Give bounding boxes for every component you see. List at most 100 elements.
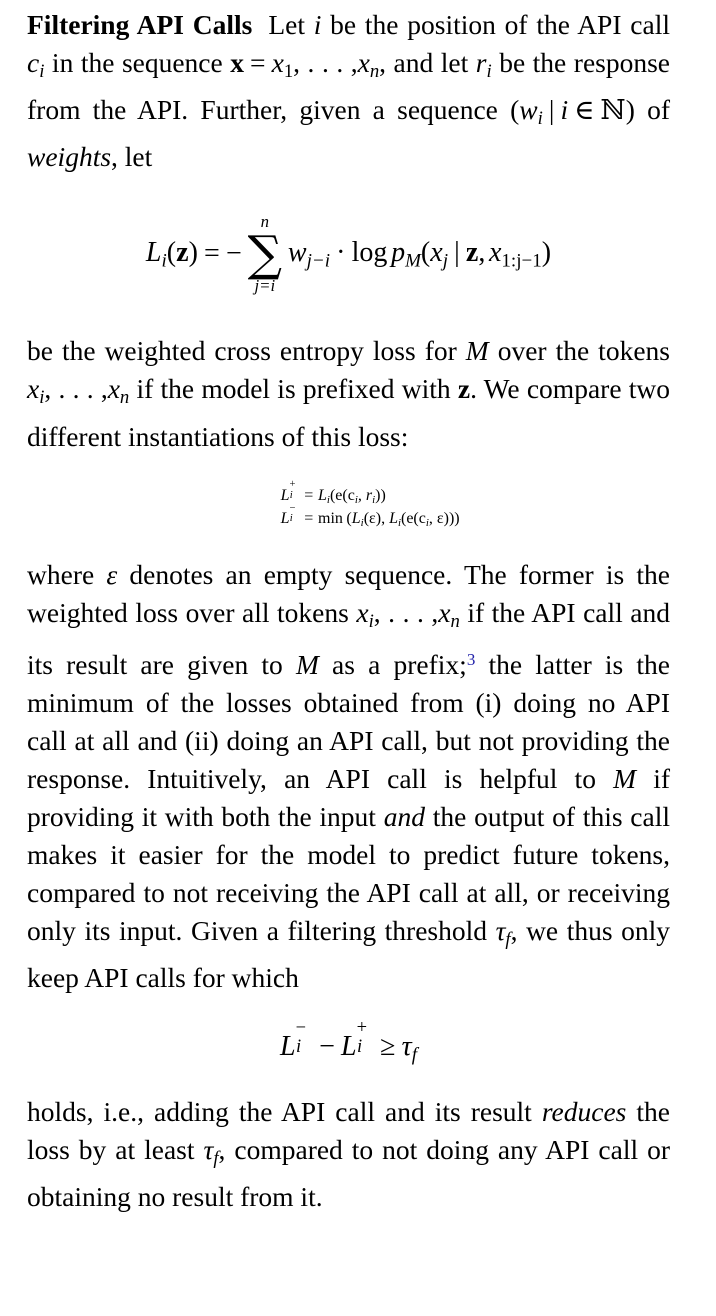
equation-1-line: Li(z) = − n ∑ j=i wj−i · log pM(xj | z, x1:j−1) xyxy=(145,213,552,296)
math-element-of: ∈ xyxy=(574,94,595,126)
eq4-superscript-minus: − xyxy=(295,1017,306,1038)
eq1-x2-subscript: 1:j−1 xyxy=(501,250,542,272)
eq4-L-plus: L xyxy=(341,1031,357,1063)
eq4-rhs-scripts: + i xyxy=(356,1018,374,1056)
math-i-member: i xyxy=(560,94,569,126)
emphasis-reduces: reduces xyxy=(541,1095,627,1127)
eq3-L2: L xyxy=(389,509,398,527)
math-xn-subscript: n xyxy=(450,611,460,633)
eq1-x: x xyxy=(430,236,443,268)
eq2-r: , r xyxy=(357,486,373,504)
math-vertical-bar: | xyxy=(548,94,555,126)
math-equals: = xyxy=(250,47,266,78)
eq3-e-c: (e(c xyxy=(401,509,426,527)
eq4-lhs-scripts: − i xyxy=(296,1018,313,1056)
eq3-epsilon-2: , ε)) xyxy=(428,509,455,527)
eq2-rhs-close: )) xyxy=(375,486,386,504)
math-M: M xyxy=(295,649,319,681)
equation-L-minus: L − i = min (Li(ε), Li(e(ci, ε))) xyxy=(237,503,460,530)
eq3-rhs: min (Li(ε), Li(e(ci, ε))) xyxy=(318,509,460,530)
eq3-L-scripts: − i xyxy=(289,503,299,525)
text-run: as a prefix; xyxy=(318,649,467,681)
math-xn: x xyxy=(107,373,120,405)
sigma-icon: ∑ xyxy=(247,225,283,282)
math-xn-subscript: n xyxy=(369,61,380,83)
eq1-w-subscript: j−i xyxy=(306,250,331,272)
display-equation-loss-instantiations: L + i = Li(e(ci, ri)) L − i = min (Li(ε), Li(e(ci… xyxy=(27,479,670,530)
paragraph-filtering-api-calls: Filtering API Calls Let i be the position… xyxy=(27,6,670,176)
eq4-tau-subscript: f xyxy=(411,1044,417,1066)
math-xn: x xyxy=(438,597,451,629)
eq1-z-bold-2: z xyxy=(465,236,479,268)
math-ellipsis: , . . . , xyxy=(44,373,108,405)
math-z-bold: z xyxy=(457,373,471,405)
eq3-subscript-i: i xyxy=(289,513,293,525)
eq2-rhs-L: L xyxy=(318,486,327,504)
eq3-min-operator: min xyxy=(318,509,343,527)
paragraph-weighted-cross-entropy: be the weighted cross entropy loss for M… xyxy=(27,332,670,455)
eq1-inner-paren-close: ) xyxy=(541,236,552,268)
eq2-rhs: Li(e(ci, ri)) xyxy=(318,486,386,507)
math-w-subscript: i xyxy=(537,108,543,130)
eq1-L: L xyxy=(145,236,162,268)
math-x-bold: x xyxy=(230,47,244,78)
eq2-rhs-open: (e(c xyxy=(329,486,355,504)
text-run: , and let xyxy=(379,47,476,78)
math-M: M xyxy=(465,335,489,367)
eq1-paren-close: ) xyxy=(188,236,198,268)
equation-pair-inner: L + i = Li(e(ci, ri)) L − i = min (Li(ε), Li(e(ci… xyxy=(237,479,460,530)
eq3-close-paren: ) xyxy=(454,509,460,527)
paragraph-empty-sequence-explanation: where ε denotes an empty sequence. The f… xyxy=(27,556,670,997)
math-epsilon: ε xyxy=(106,559,118,591)
eq1-conditional-bar: | xyxy=(454,236,460,268)
eq1-x-subscript: j xyxy=(442,250,448,272)
eq1-summation: n ∑ j=i xyxy=(247,213,283,296)
text-run: if the model is prefixed with xyxy=(129,373,458,405)
eq1-equals: = xyxy=(204,238,220,270)
eq4-superscript-plus: + xyxy=(356,1017,368,1038)
eq1-z-bold: z xyxy=(176,236,189,268)
eq2-L: L xyxy=(280,486,290,504)
equation-L-plus: L + i = Li(e(ci, ri)) xyxy=(237,479,459,507)
text-run: where xyxy=(27,559,107,591)
math-ellipsis: , . . . , xyxy=(373,597,439,629)
runin-heading: Filtering API Calls xyxy=(27,9,253,40)
text-run: over the tokens xyxy=(488,335,670,367)
text-run: be the position of the API call xyxy=(321,9,670,40)
eq4-subscript-i-2: i xyxy=(356,1035,363,1056)
math-natural-numbers: ℕ xyxy=(600,94,626,127)
text-run: Let xyxy=(268,9,314,40)
eq1-p-subscript: M xyxy=(405,250,421,272)
eq1-x2: x xyxy=(488,236,502,268)
eq1-paren-open: ( xyxy=(166,236,177,268)
eq1-comma: , xyxy=(478,236,486,268)
math-r: r xyxy=(475,47,487,78)
text-run: holds, i.e., adding the API call and its… xyxy=(27,1095,542,1127)
math-x1-subscript: 1 xyxy=(283,61,294,83)
equation-4-line: L − i − L + i ≥ τf xyxy=(280,1018,417,1066)
display-equation-filtering-threshold: L − i − L + i ≥ τf xyxy=(27,1018,670,1066)
math-x1: x xyxy=(271,47,284,78)
math-tau: τ xyxy=(495,915,506,947)
eq1-log: log xyxy=(351,236,388,268)
text-run: in the sequence xyxy=(44,47,231,78)
eq3-lhs: L − i xyxy=(237,503,299,530)
eq3-L1: L xyxy=(351,509,361,527)
eq1-inner-paren-open: ( xyxy=(420,236,431,268)
math-w: w xyxy=(519,94,538,126)
eq3-epsilon-1: (ε), xyxy=(363,509,390,527)
math-xi: x xyxy=(356,597,369,629)
text-run: be the weighted cross entropy loss for xyxy=(27,335,466,367)
eq1-sum-lower-limit: j=i xyxy=(254,276,276,296)
eq2-equals: = xyxy=(304,486,314,504)
eq4-greater-equal: ≥ xyxy=(380,1031,396,1063)
emphasis-weights: weights xyxy=(27,141,112,173)
math-ellipsis: , . . . , xyxy=(293,47,358,78)
math-c: c xyxy=(27,47,40,78)
eq2-L-scripts: + i xyxy=(289,479,299,501)
math-M-2: M xyxy=(613,763,637,795)
display-equation-loss-definition: Li(z) = − n ∑ j=i wj−i · log pM(xj | z, x1:j−1) xyxy=(27,202,670,306)
math-paren-close: ) xyxy=(625,94,635,126)
emphasis-and: and xyxy=(383,801,425,833)
eq1-minus-sign: − xyxy=(226,238,242,270)
